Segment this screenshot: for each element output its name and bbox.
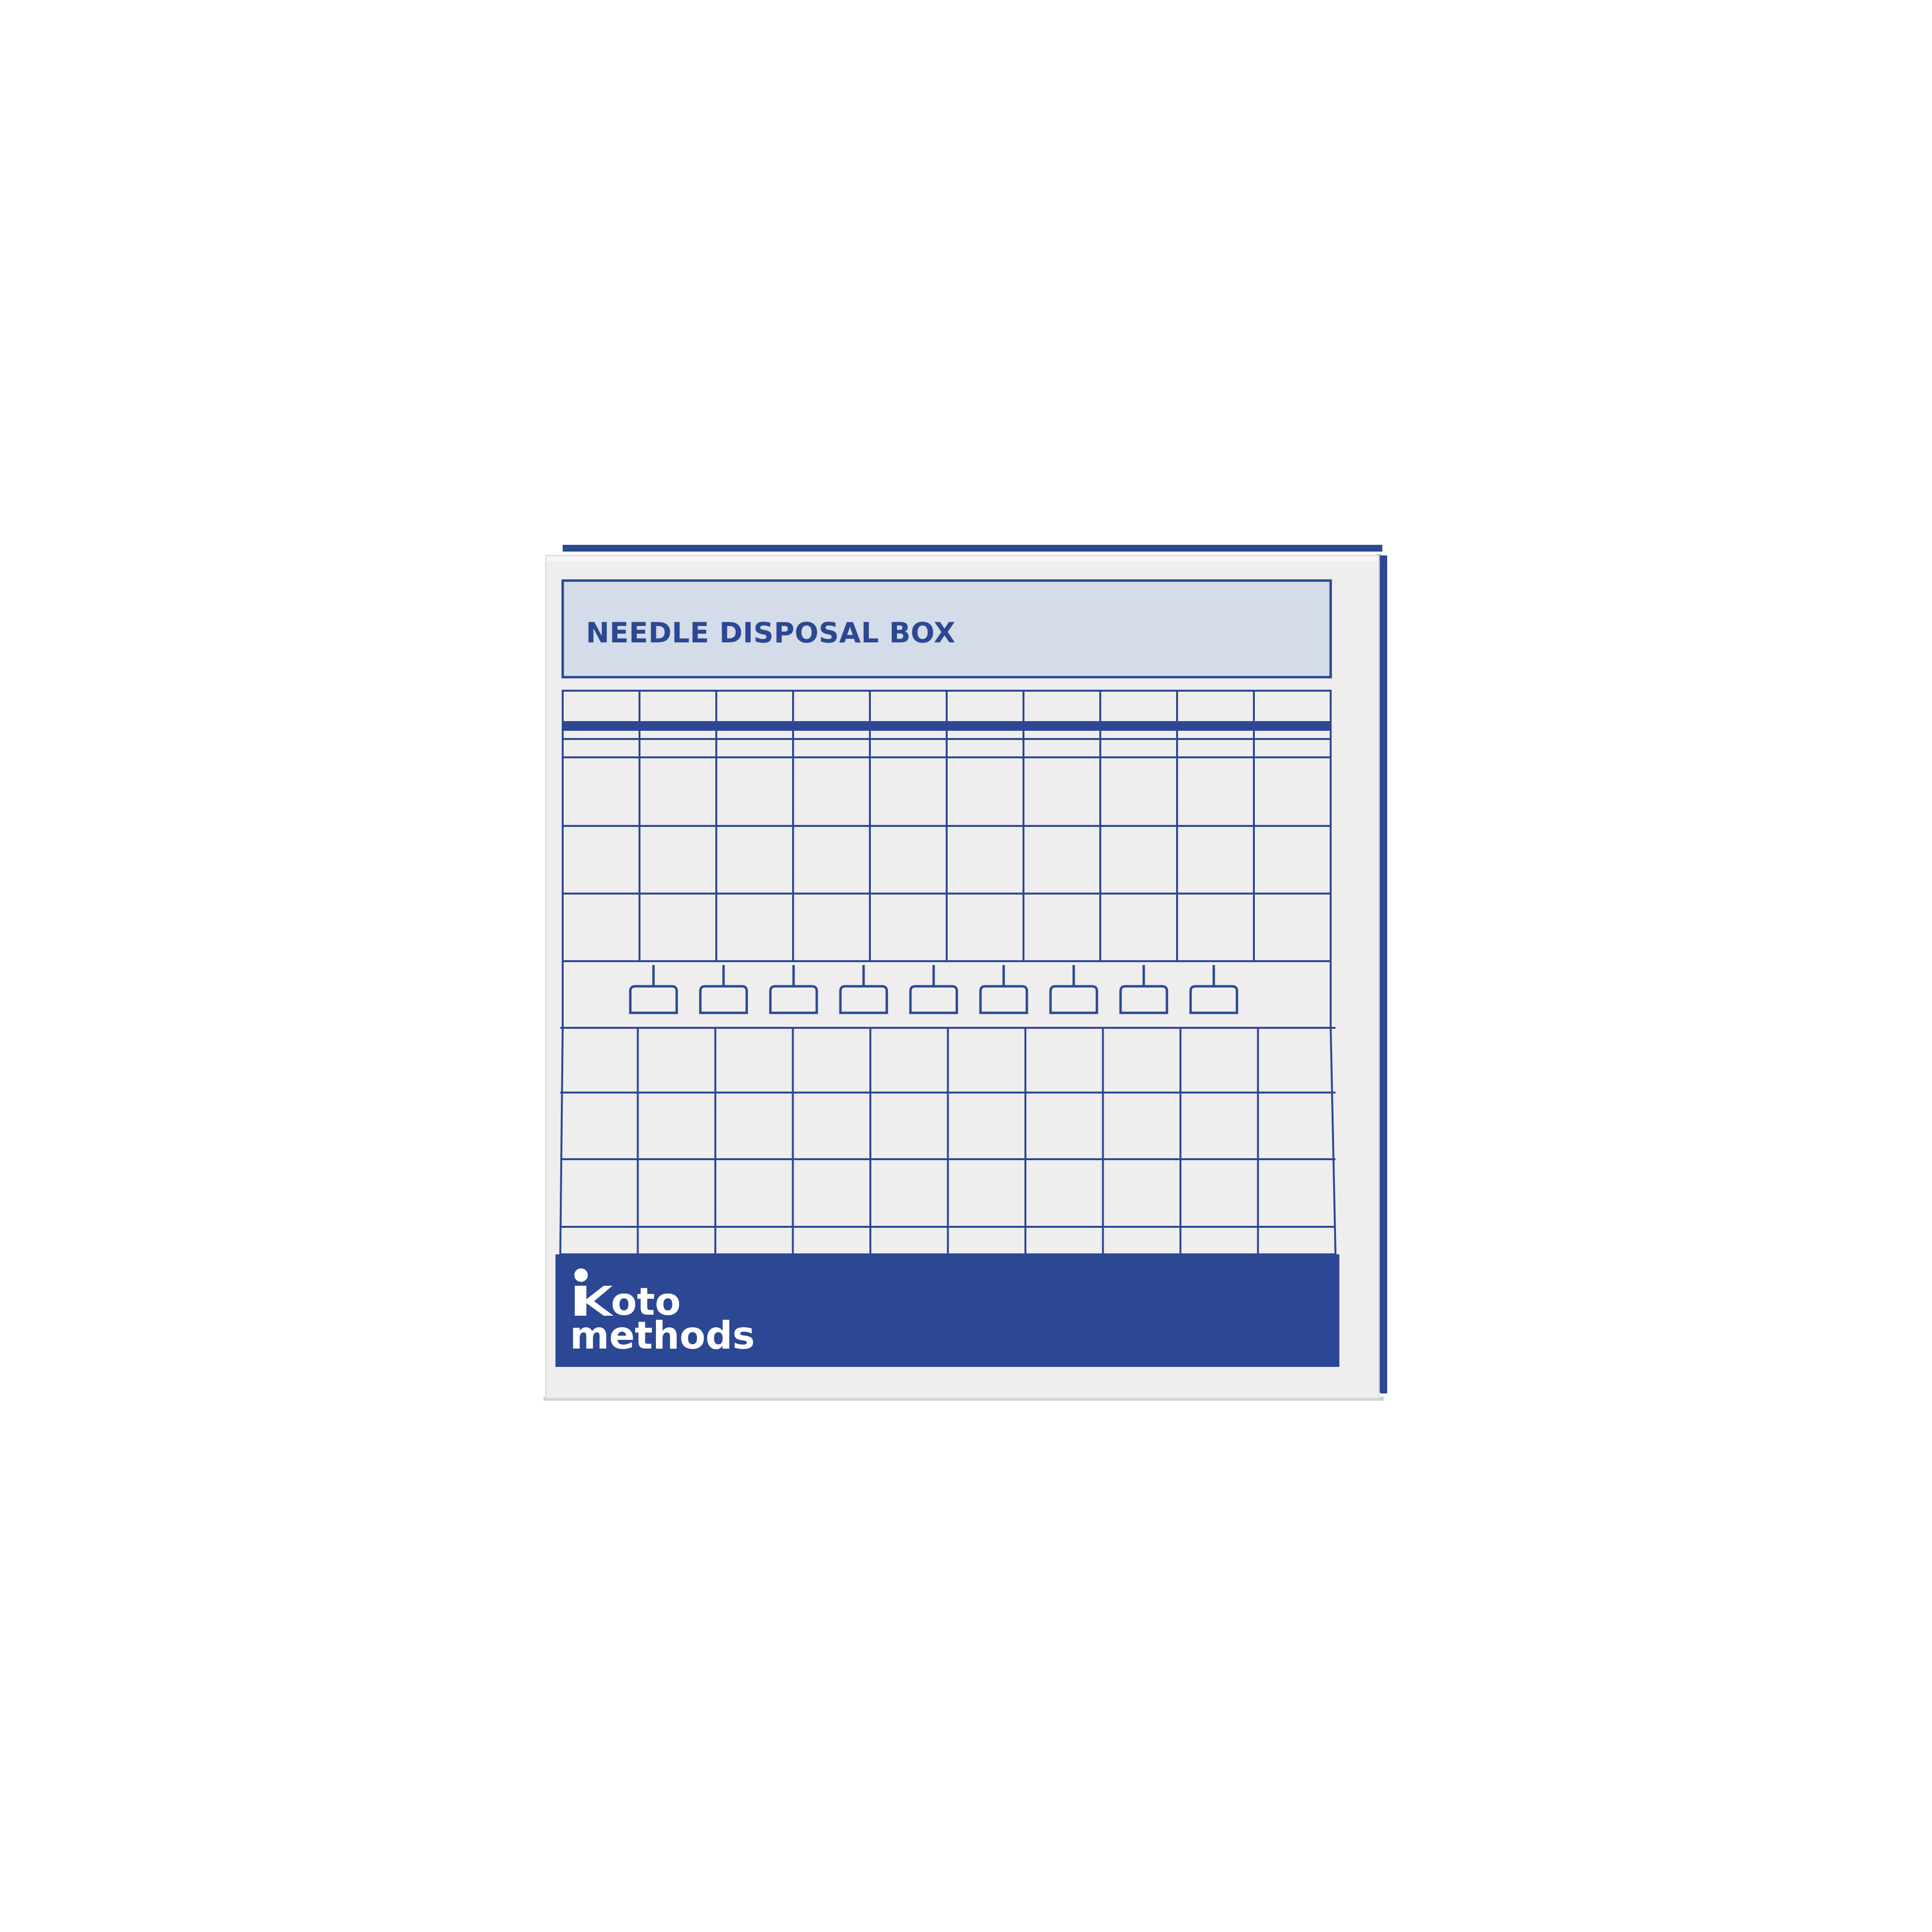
brand-name-line2: methods — [570, 1314, 755, 1358]
box-top-edge — [563, 545, 1382, 552]
header-band: NEEDLE DISPOSAL BOX — [561, 579, 1332, 679]
box-title: NEEDLE DISPOSAL BOX — [586, 616, 955, 649]
box-face-sheen — [547, 556, 1378, 561]
brand-band: oto methods — [555, 1254, 1339, 1367]
needle-disposal-box-scene: NEEDLE DISPOSAL BOX oto methods — [543, 545, 1387, 1401]
box-right-edge — [1380, 555, 1387, 1393]
